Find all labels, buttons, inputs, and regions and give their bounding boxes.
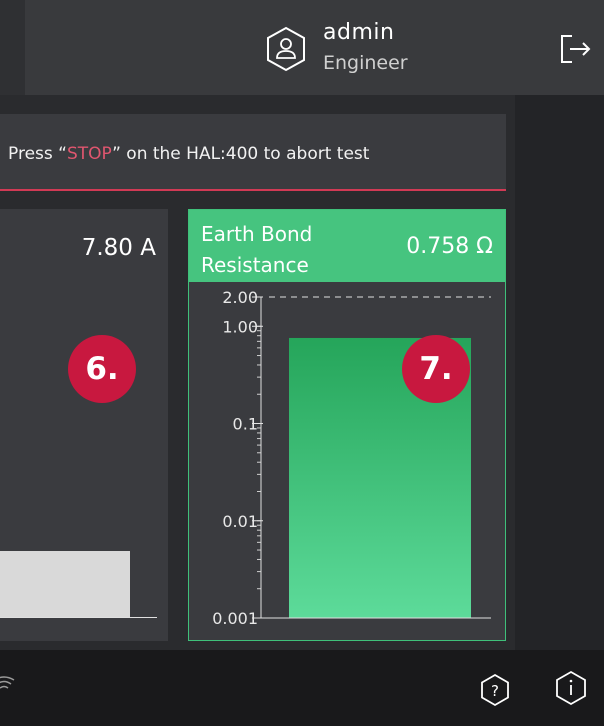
user-role: Engineer bbox=[323, 52, 408, 74]
abort-instruction-text: Press “STOP” on the HAL:400 to abort tes… bbox=[8, 144, 370, 164]
top-bar: admin Engineer bbox=[0, 0, 604, 95]
logout-icon[interactable] bbox=[558, 32, 592, 66]
abort-instruction-banner: Press “STOP” on the HAL:400 to abort tes… bbox=[0, 114, 506, 191]
y-tick-label: 0.01 bbox=[222, 512, 258, 531]
chart-major-ticks: 2.00 1.00 0.1 0.01 0.001 bbox=[212, 288, 263, 628]
current-value: 7.80 A bbox=[81, 235, 156, 261]
bottom-bar bbox=[0, 650, 604, 726]
y-tick-label: 0.001 bbox=[212, 609, 258, 628]
info-icon[interactable] bbox=[553, 670, 589, 706]
right-panel bbox=[515, 95, 604, 650]
stop-word: STOP bbox=[66, 144, 113, 164]
earth-bond-chart: 2.00 1.00 0.1 0.01 0.001 bbox=[212, 288, 491, 628]
step-badge-6: 6. bbox=[68, 335, 136, 403]
current-bar bbox=[0, 551, 130, 617]
svg-text:?: ? bbox=[491, 682, 499, 700]
user-badge-icon[interactable] bbox=[265, 26, 307, 72]
user-name: admin bbox=[323, 20, 395, 45]
wifi-icon bbox=[0, 676, 15, 689]
y-tick-label: 1.00 bbox=[222, 317, 258, 336]
chart-minor-ticks bbox=[257, 296, 261, 619]
y-tick-label: 2.00 bbox=[222, 288, 258, 307]
current-baseline bbox=[0, 617, 157, 618]
step-badge-7: 7. bbox=[402, 335, 470, 403]
top-bar-left-panel bbox=[0, 0, 25, 95]
help-icon[interactable]: ? bbox=[478, 673, 512, 707]
earth-bond-card: Earth Bond Resistance 0.758 Ω 2.00 1.00 0.… bbox=[188, 209, 506, 641]
y-tick-label: 0.1 bbox=[233, 415, 258, 434]
